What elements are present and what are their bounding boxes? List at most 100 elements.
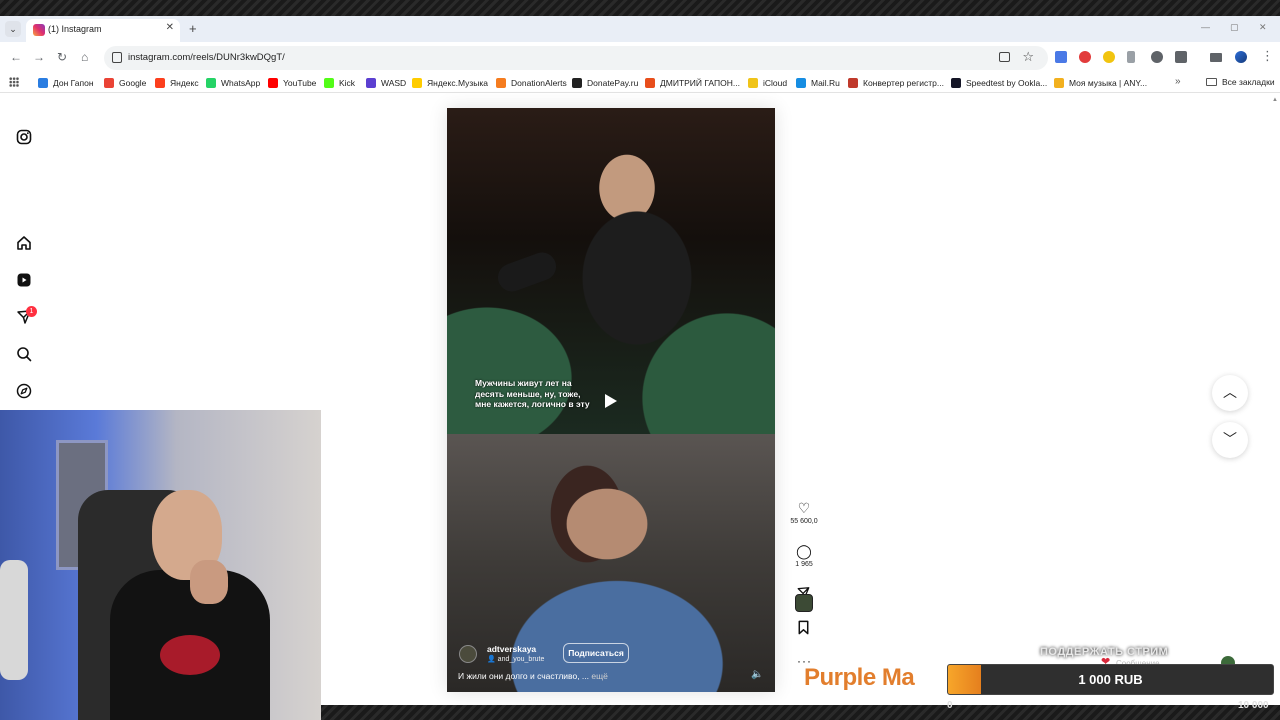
audio-thumbnail[interactable] <box>795 594 813 612</box>
new-tab-button[interactable]: + <box>189 21 197 36</box>
tab-search-button[interactable]: ⌄ <box>5 21 21 37</box>
back-icon[interactable]: ← <box>10 50 22 64</box>
apps-grid-icon[interactable] <box>9 77 19 87</box>
donation-goal-bar: 1 000 RUB <box>947 664 1274 695</box>
tab-title: (1) Instagram <box>48 24 102 34</box>
donation-amount: 1 000 RUB <box>1078 672 1143 687</box>
home-icon[interactable]: ⌂ <box>81 50 88 64</box>
address-bar[interactable]: instagram.com/reels/DUNr3kwDQgT/ ☆ <box>104 46 1048 70</box>
stream-label: Purple Ma <box>804 664 915 691</box>
search-icon[interactable] <box>16 346 32 362</box>
bookmark-favicon-icon <box>496 78 506 88</box>
extension-icon[interactable] <box>1151 51 1163 63</box>
author-avatar[interactable] <box>459 645 477 663</box>
bookmark-item[interactable]: Яндекс.Музыка <box>412 77 488 89</box>
bookmark-item[interactable]: Моя музыка | ANY... <box>1054 77 1147 89</box>
adblock-extension-icon[interactable] <box>1079 51 1091 63</box>
bookmark-favicon-icon <box>1054 78 1064 88</box>
reel-video[interactable]: Мужчины живут лет на десять меньше, ну, … <box>447 108 775 692</box>
follow-button[interactable]: Подписаться <box>563 643 629 663</box>
bookmark-favicon-icon <box>645 78 655 88</box>
author-username[interactable]: adtverskaya <box>487 644 536 654</box>
collaborator-name: and_you_brute <box>497 656 545 663</box>
folder-icon <box>1206 78 1217 86</box>
bookmark-favicon-icon <box>412 78 422 88</box>
site-info-icon[interactable] <box>112 52 122 63</box>
bookmark-item[interactable]: Google <box>104 77 146 89</box>
bookmarks-bar: Дон Гапон Google Яндекс WhatsApp YouTube Kick… <box>0 73 1280 93</box>
bookmark-favicon-icon <box>366 78 376 88</box>
bookmark-label: Яндекс.Музыка <box>427 78 489 88</box>
forward-icon[interactable]: → <box>33 50 45 64</box>
play-icon[interactable] <box>605 394 617 408</box>
install-app-icon[interactable] <box>999 52 1010 62</box>
bookmark-item[interactable]: DonatePay.ru <box>572 77 638 89</box>
bookmark-favicon-icon <box>155 78 165 88</box>
all-bookmarks-folder[interactable]: Все закладки <box>1206 77 1275 87</box>
bookmark-star-icon[interactable]: ☆ <box>1022 49 1034 65</box>
home-icon[interactable] <box>16 235 32 251</box>
media-controls-icon[interactable] <box>1210 53 1222 62</box>
comment-count: 1 965 <box>795 561 813 568</box>
extensions-puzzle-icon[interactable] <box>1175 51 1187 63</box>
bookmark-item[interactable]: Speedtest by Ookla... <box>951 77 1047 89</box>
minimize-icon[interactable]: — <box>1201 22 1210 32</box>
bookmark-favicon-icon <box>268 78 278 88</box>
mute-icon[interactable]: 🔈 <box>751 669 763 680</box>
bookmark-item[interactable]: WhatsApp <box>206 77 260 89</box>
profile-avatar[interactable] <box>1235 51 1247 63</box>
bookmark-item[interactable]: Kick <box>324 77 355 89</box>
reload-icon[interactable]: ↻ <box>57 50 67 64</box>
translate-extension-icon[interactable] <box>1055 51 1067 63</box>
bookmark-item[interactable]: DonationAlerts <box>496 77 567 89</box>
bookmark-item[interactable]: iCloud <box>748 77 787 89</box>
scrollbar[interactable] <box>1271 94 1280 705</box>
streamer-hand <box>190 560 228 604</box>
bookmark-favicon-icon <box>38 78 48 88</box>
explore-icon[interactable] <box>16 383 32 399</box>
video-subtitle: Мужчины живут лет на десять меньше, ну, … <box>475 378 590 409</box>
bookmark-item[interactable]: Яндекс <box>155 77 199 89</box>
extension-icon[interactable] <box>1127 51 1135 63</box>
bookmark-item[interactable]: Конвертер регистр... <box>848 77 944 89</box>
shirt-print <box>160 635 220 675</box>
save-icon[interactable] <box>797 620 810 635</box>
scroll-up-arrow-icon[interactable]: ▲ <box>1272 97 1278 103</box>
microphone <box>494 248 560 296</box>
tab-instagram[interactable]: (1) Instagram ✕ <box>26 19 180 42</box>
browser-menu-icon[interactable]: ⋮ <box>1261 48 1274 64</box>
bookmark-label: Google <box>119 78 147 88</box>
instagram-favicon-icon <box>33 24 45 36</box>
next-reel-button[interactable]: ﹀ <box>1212 422 1248 458</box>
more-bookmarks-icon[interactable]: » <box>1175 76 1181 87</box>
collaborator-username[interactable]: 👤 and_you_brute <box>487 655 544 663</box>
comment-icon[interactable]: ◯ <box>786 543 822 559</box>
like-count: 55 600,0 <box>790 518 818 525</box>
bookmark-favicon-icon <box>848 78 858 88</box>
reel-caption: И жили они долго и счастливо, ... ещё <box>458 671 608 681</box>
reels-icon[interactable] <box>16 272 32 288</box>
like-action[interactable]: ♡ 55 600,0 <box>786 500 822 525</box>
comment-action[interactable]: ◯ 1 965 <box>786 543 822 568</box>
extension-icon[interactable] <box>1103 51 1115 63</box>
bookmark-item[interactable]: ДМИТРИЙ ГАПОН... <box>645 77 740 89</box>
bookmark-item[interactable]: WASD <box>366 77 406 89</box>
bookmark-item[interactable]: YouTube <box>268 77 316 89</box>
caption-more-link[interactable]: ещё <box>591 671 607 681</box>
close-tab-icon[interactable]: ✕ <box>166 22 174 33</box>
instagram-logo-icon[interactable] <box>16 129 32 145</box>
heart-icon[interactable]: ♡ <box>786 500 822 516</box>
maximize-icon[interactable]: ▢ <box>1230 22 1239 33</box>
bookmark-item[interactable]: Mail.Ru <box>796 77 840 89</box>
bookmark-favicon-icon <box>104 78 114 88</box>
notification-badge: 1 <box>26 306 37 317</box>
screen: ⌄ (1) Instagram ✕ + — ▢ ✕ ← → ↻ ⌂ instag… <box>0 0 1280 720</box>
webcam-overlay <box>0 410 321 720</box>
bookmark-item[interactable]: Дон Гапон <box>38 77 94 89</box>
bookmark-label: WASD <box>381 78 407 88</box>
guitar <box>0 560 28 680</box>
caption-text: И жили они долго и счастливо, ... <box>458 671 590 681</box>
close-window-icon[interactable]: ✕ <box>1259 22 1267 33</box>
bookmark-label: Дон Гапон <box>53 78 94 88</box>
previous-reel-button[interactable]: ︿ <box>1212 375 1248 411</box>
